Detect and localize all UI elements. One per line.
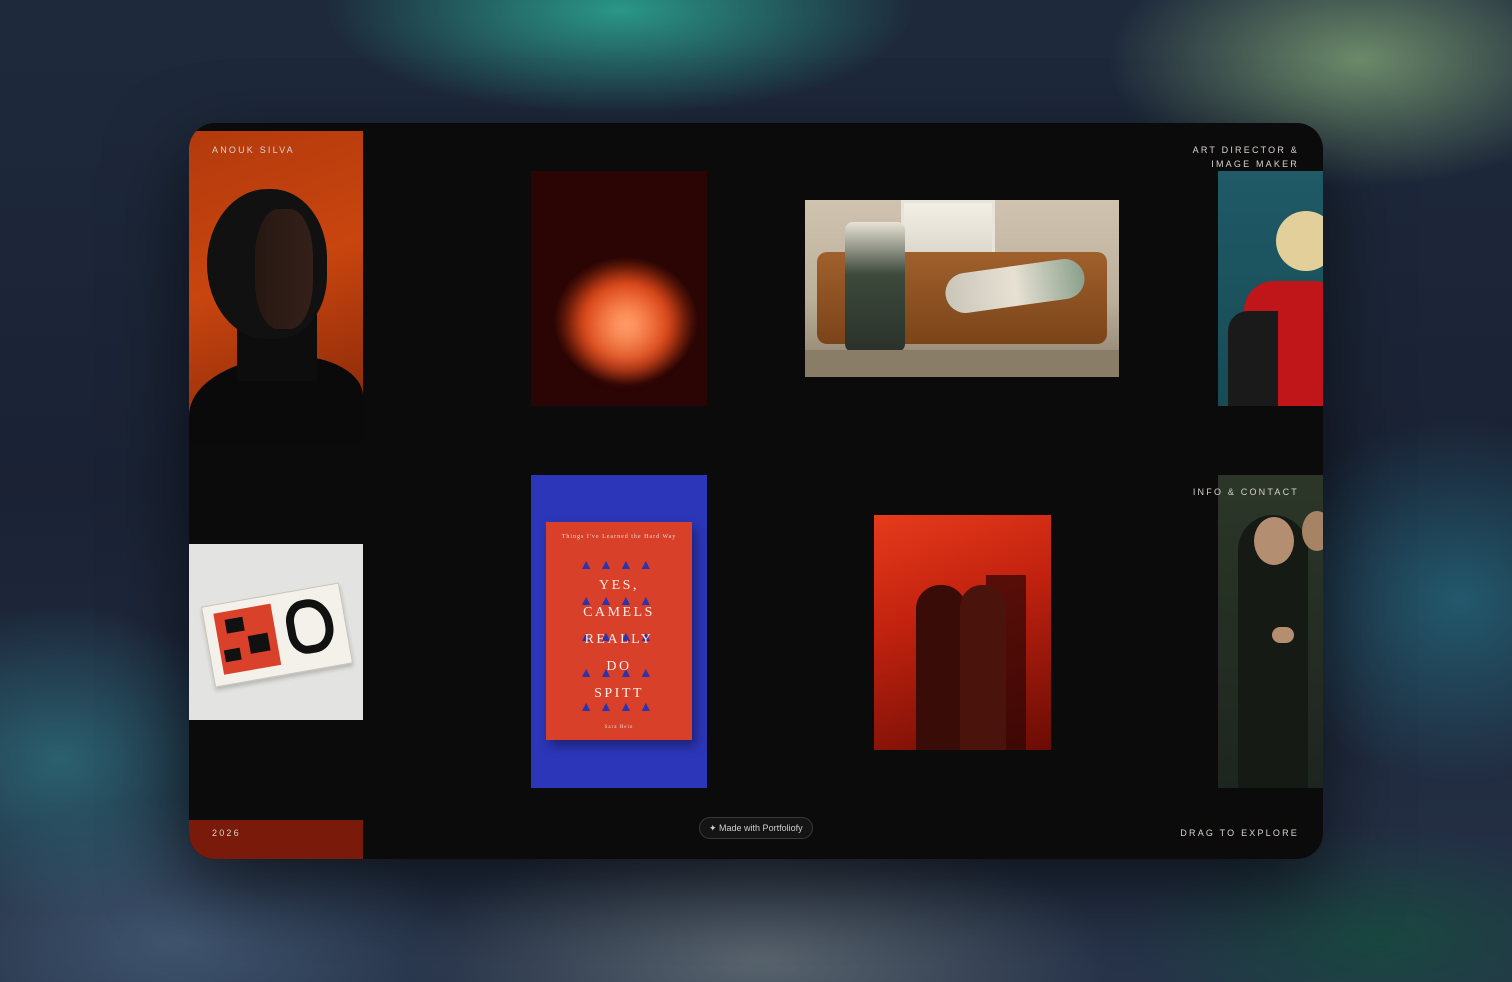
book-title-line: YES, [599, 578, 639, 593]
role-line-1: ART DIRECTOR & [1192, 145, 1299, 155]
image-shape [282, 595, 338, 657]
image-shape [1254, 517, 1294, 565]
image-shape [805, 350, 1119, 377]
portfolio-canvas[interactable]: ANOUK SILVA ART DIRECTOR & IMAGE MAKER T… [189, 123, 1323, 859]
image-shape [247, 632, 271, 654]
role-title: ART DIRECTOR & IMAGE MAKER [1193, 143, 1299, 171]
image-shape [1228, 311, 1278, 406]
book-title-line: REALLY [584, 632, 654, 647]
gallery-image-sofa-scene[interactable] [805, 200, 1119, 377]
site-name[interactable]: ANOUK SILVA [212, 143, 295, 157]
book-author: Sara Hein [604, 725, 634, 730]
image-shape [960, 585, 1006, 750]
image-shape [1272, 627, 1294, 643]
gallery-image-painting-men[interactable] [1218, 475, 1323, 788]
book-kicker: Things I've Learned the Hard Way [561, 534, 677, 540]
gallery-image-blurred-figure[interactable] [531, 171, 707, 406]
drag-hint: DRAG TO EXPLORE [1180, 828, 1299, 838]
image-shape [255, 209, 313, 329]
image-shape [845, 222, 905, 352]
gallery-image-book-cover[interactable]: Things I've Learned the Hard Way ▲▲▲▲ ▲▲… [531, 475, 707, 788]
book-cover-card: Things I've Learned the Hard Way ▲▲▲▲ ▲▲… [546, 522, 692, 740]
gallery-image-woman-red-shirt[interactable] [1218, 171, 1323, 406]
image-shape [901, 200, 995, 258]
book-title-line: DO [606, 659, 632, 674]
image-shape [213, 603, 282, 675]
gallery-image-red-room-couple[interactable] [874, 515, 1051, 750]
gallery-image-portrait-man[interactable] [189, 131, 363, 444]
image-shape [916, 585, 966, 750]
image-shape [571, 271, 681, 381]
image-shape [200, 582, 354, 688]
made-with-badge[interactable]: ✦ Made with Portfoliofy [699, 817, 813, 839]
year-label: 2026 [212, 828, 241, 838]
image-shape [1276, 211, 1323, 271]
book-title-line: SPITT [594, 686, 644, 701]
gallery-image-sketchbook[interactable] [189, 544, 363, 720]
camel-icon-row: ▲▲▲▲ [579, 556, 659, 572]
book-title: YES, CAMELS REALLY DO SPITT [546, 572, 692, 707]
book-title-line: CAMELS [583, 605, 655, 620]
nav-info-contact[interactable]: INFO & CONTACT [1193, 485, 1299, 499]
role-line-2: IMAGE MAKER [1211, 159, 1299, 169]
